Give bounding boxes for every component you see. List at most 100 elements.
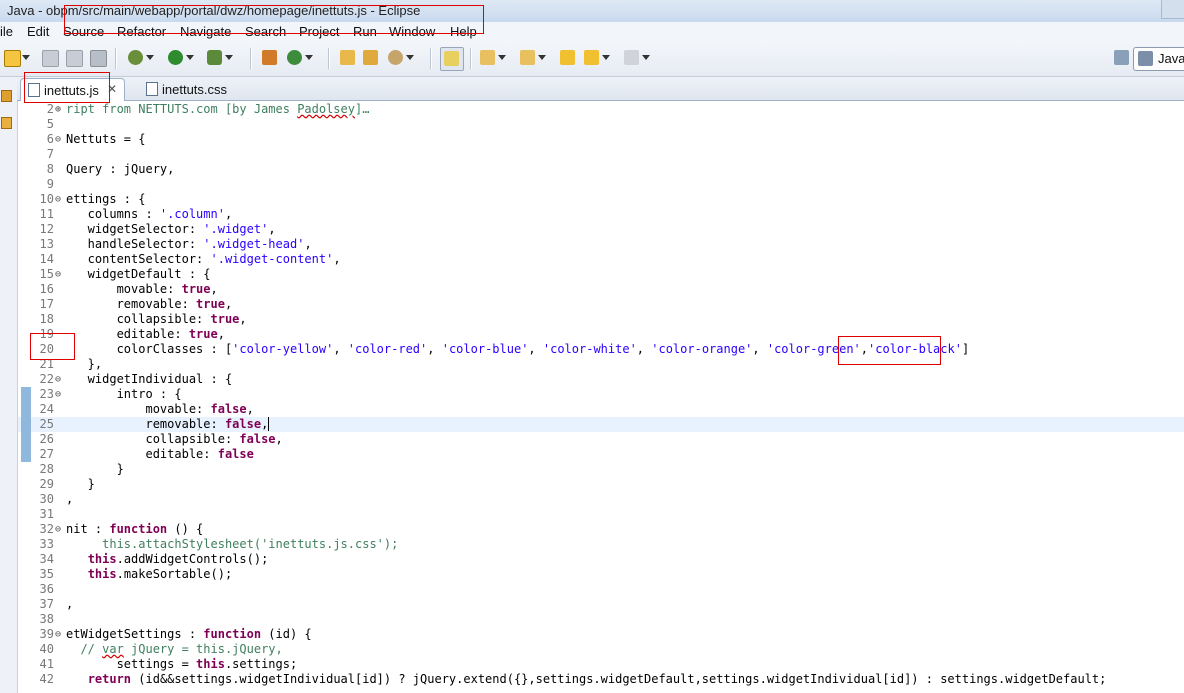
line-number: 21 bbox=[39, 357, 54, 371]
code-text: }, bbox=[66, 357, 103, 371]
menu-source[interactable]: Source bbox=[63, 24, 104, 39]
line-number: 37 bbox=[39, 597, 54, 611]
menu-help[interactable]: Help bbox=[450, 24, 477, 39]
line-number: 2 bbox=[46, 102, 54, 116]
code-line[interactable]: 35 this.makeSortable(); bbox=[18, 567, 1184, 582]
code-line[interactable]: 39 ⊖ etWidgetSettings : function (id) { bbox=[18, 627, 1184, 642]
line-number: 7 bbox=[46, 147, 54, 161]
code-line[interactable]: 31 bbox=[18, 507, 1184, 522]
open-perspective-icon bbox=[1114, 50, 1129, 65]
open-folder-icon bbox=[340, 50, 355, 65]
code-line[interactable]: 9 bbox=[18, 177, 1184, 192]
code-line[interactable]: 15 ⊖ widgetDefault : { bbox=[18, 267, 1184, 282]
code-line[interactable]: 23 ⊖ intro : { bbox=[18, 387, 1184, 402]
code-text: movable: false, bbox=[66, 402, 254, 416]
code-text: // var jQuery = this.jQuery, bbox=[66, 642, 283, 656]
fold-toggle-icon[interactable]: ⊖ bbox=[55, 267, 63, 282]
fold-toggle-icon[interactable]: ⊖ bbox=[55, 192, 63, 207]
code-editor[interactable]: 2 ⊕ ript from NETTUTS.com [by James Padols… bbox=[18, 101, 1184, 693]
menu-file[interactable]: ile bbox=[0, 24, 13, 39]
line-number: 31 bbox=[39, 507, 54, 521]
menu-refactor[interactable]: Refactor bbox=[117, 24, 166, 39]
code-line[interactable]: 37, bbox=[18, 597, 1184, 612]
code-text: this.makeSortable(); bbox=[87, 567, 233, 581]
code-line[interactable]: 33 this.attachStylesheet('inettuts.js.cs… bbox=[18, 537, 1184, 552]
tab-inettuts-js[interactable]: inettuts.js ✕ bbox=[20, 78, 125, 101]
code-line[interactable]: 21 }, bbox=[18, 357, 1184, 372]
fold-toggle-icon[interactable]: ⊕ bbox=[55, 102, 63, 117]
code-text: collapsible: true, bbox=[66, 312, 247, 326]
code-line[interactable]: 16 movable: true, bbox=[18, 282, 1184, 297]
menu-window[interactable]: Window bbox=[389, 24, 435, 39]
code-line[interactable]: 22 ⊖ widgetIndividual : { bbox=[18, 372, 1184, 387]
code-text: collapsible: false, bbox=[66, 432, 283, 446]
code-line[interactable]: 14 contentSelector: '.widget-content', bbox=[18, 252, 1184, 267]
code-line[interactable]: 24 movable: false, bbox=[18, 402, 1184, 417]
code-line[interactable]: 26 collapsible: false, bbox=[18, 432, 1184, 447]
line-number: 13 bbox=[39, 237, 54, 251]
code-line[interactable]: 20 colorClasses : ['color-yellow', 'colo… bbox=[18, 342, 1184, 357]
java-perspective-button[interactable]: Java bbox=[1133, 47, 1184, 71]
code-line[interactable]: 12 widgetSelector: '.widget', bbox=[18, 222, 1184, 237]
code-line[interactable]: 42 return (id&&settings.widgetIndividual… bbox=[18, 672, 1184, 687]
arrow-up-icon bbox=[520, 50, 535, 65]
arrow-right-icon bbox=[624, 50, 639, 65]
line-number: 36 bbox=[39, 582, 54, 596]
code-text: editable: false bbox=[66, 447, 254, 461]
menu-search[interactable]: Search bbox=[245, 24, 286, 39]
code-line[interactable]: 7 bbox=[18, 147, 1184, 162]
code-text: settings = this.settings; bbox=[66, 657, 298, 671]
line-number: 30 bbox=[39, 492, 54, 506]
fold-toggle-icon[interactable]: ⊖ bbox=[55, 387, 63, 402]
code-line[interactable]: 6 ⊖ Nettuts = { bbox=[18, 132, 1184, 147]
code-line[interactable]: 41 settings = this.settings; bbox=[18, 657, 1184, 672]
code-line[interactable]: 19 editable: true, bbox=[18, 327, 1184, 342]
code-line[interactable]: 11 columns : '.column', bbox=[18, 207, 1184, 222]
code-line[interactable]: 36 bbox=[18, 582, 1184, 597]
code-line[interactable]: 29 } bbox=[18, 477, 1184, 492]
menu-project[interactable]: Project bbox=[299, 24, 339, 39]
code-line[interactable]: 18 collapsible: true, bbox=[18, 312, 1184, 327]
line-number: 25 bbox=[39, 417, 54, 431]
fold-toggle-icon[interactable]: ⊖ bbox=[55, 522, 63, 537]
toggle-mark-occurrences-button[interactable] bbox=[440, 47, 464, 71]
code-line[interactable]: 2 ⊕ ript from NETTUTS.com [by James Padols… bbox=[18, 102, 1184, 117]
code-text: removable: true, bbox=[66, 297, 233, 311]
new-file-icon bbox=[4, 50, 21, 67]
package-explorer-icon[interactable] bbox=[1, 90, 12, 102]
code-text: intro : { bbox=[66, 387, 182, 401]
code-line[interactable]: 34 this.addWidgetControls(); bbox=[18, 552, 1184, 567]
code-line[interactable]: 40 // var jQuery = this.jQuery, bbox=[18, 642, 1184, 657]
fold-toggle-icon[interactable]: ⊖ bbox=[55, 372, 63, 387]
code-text: this.addWidgetControls(); bbox=[87, 552, 269, 566]
line-number: 19 bbox=[39, 327, 54, 341]
code-line[interactable]: 38 bbox=[18, 612, 1184, 627]
menu-run[interactable]: Run bbox=[353, 24, 377, 39]
hierarchy-icon[interactable] bbox=[1, 117, 12, 129]
close-icon[interactable]: ✕ bbox=[107, 82, 117, 96]
code-text: } bbox=[66, 477, 95, 491]
code-line[interactable]: 8 Query : jQuery, bbox=[18, 162, 1184, 177]
code-line[interactable]: 25 removable: false, bbox=[18, 417, 1184, 432]
left-trim-bar bbox=[0, 77, 18, 693]
tab-inettuts-css[interactable]: inettuts.css bbox=[139, 78, 249, 100]
line-number: 15 bbox=[39, 267, 54, 281]
menu-navigate[interactable]: Navigate bbox=[180, 24, 231, 39]
code-line[interactable]: 28 } bbox=[18, 462, 1184, 477]
line-number: 14 bbox=[39, 252, 54, 266]
code-line[interactable]: 27 editable: false bbox=[18, 447, 1184, 462]
code-line[interactable]: 30, bbox=[18, 492, 1184, 507]
code-text: widgetSelector: '.widget', bbox=[66, 222, 276, 236]
code-line[interactable]: 10 ⊖ ettings : { bbox=[18, 192, 1184, 207]
fold-toggle-icon[interactable]: ⊖ bbox=[55, 132, 63, 147]
menu-edit[interactable]: Edit bbox=[27, 24, 49, 39]
code-line[interactable]: 32 ⊖ nit : function () { bbox=[18, 522, 1184, 537]
code-line[interactable]: 13 handleSelector: '.widget-head', bbox=[18, 237, 1184, 252]
line-number: 40 bbox=[39, 642, 54, 656]
code-line[interactable]: 17 removable: true, bbox=[18, 297, 1184, 312]
window-close-button[interactable] bbox=[1161, 0, 1184, 19]
code-line[interactable]: 5 bbox=[18, 117, 1184, 132]
arrow-down-icon bbox=[480, 50, 495, 65]
code-text: widgetDefault : { bbox=[66, 267, 211, 281]
fold-toggle-icon[interactable]: ⊖ bbox=[55, 627, 63, 642]
